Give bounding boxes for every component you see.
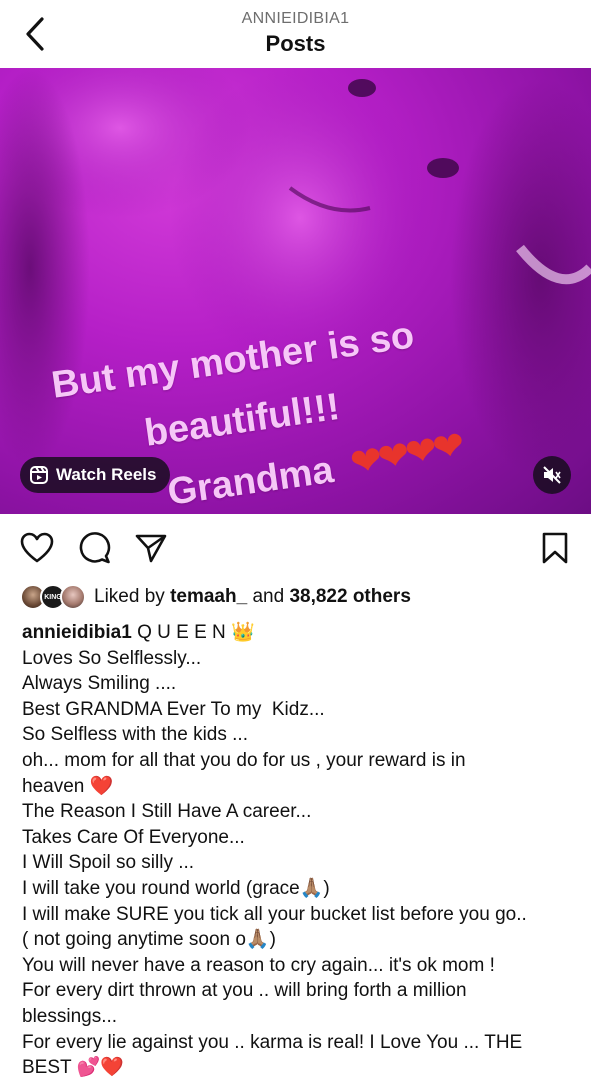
caption-line-text: BEST	[22, 1057, 77, 1079]
caption-heaven-word: heaven	[22, 775, 90, 797]
comment-icon	[79, 532, 111, 564]
praying-hands-icon: 🙏🏽	[245, 929, 270, 951]
likes-row[interactable]: KING Liked by temaah_ and 38,822 others	[20, 583, 411, 611]
caption-line: Best GRANDMA Ever To my Kidz...	[22, 698, 325, 720]
caption-line-text: ( not going anytime soon o	[22, 929, 246, 951]
caption-line: oh... mom for all that you do for us , y…	[22, 749, 466, 771]
caption-close-paren: )	[323, 877, 330, 899]
bookmark-icon	[542, 532, 568, 564]
story-line-3: Grandma	[165, 448, 337, 514]
caption-line: I Will Spoil so silly ...	[22, 852, 195, 874]
heart-outline-icon	[20, 532, 54, 563]
likes-count[interactable]: 38,822 others	[289, 586, 410, 607]
caption-line: heaven ❤️	[22, 774, 577, 800]
red-heart-icon: ❤️	[100, 1057, 124, 1079]
story-line-2: beautiful!!!	[142, 385, 343, 455]
caption-line: Always Smiling ....	[22, 673, 177, 695]
caption-line-text: I will take you round world (grace	[22, 877, 300, 899]
caption-line: annieidibia1 Q U E E N 👑	[22, 620, 577, 646]
caption-line: Loves So Selflessly...	[22, 647, 202, 669]
pink-hearts-icon: 💕	[76, 1057, 101, 1079]
caption-line: blessings...	[22, 1005, 118, 1027]
post-action-bar	[0, 514, 591, 580]
reels-icon	[30, 466, 48, 484]
save-button[interactable]	[538, 531, 572, 565]
caption-close-paren: )	[269, 929, 276, 951]
liker-username[interactable]: temaah_	[170, 586, 247, 607]
caption-line: So Selfless with the kids ...	[22, 724, 248, 746]
caption-line: ( not going anytime soon o🙏🏽)	[22, 927, 577, 953]
liked-by-and: and	[252, 586, 285, 607]
liker-avatars: KING	[20, 584, 88, 610]
speaker-muted-icon	[543, 466, 561, 484]
avatar	[60, 584, 86, 610]
post-caption: annieidibia1 Q U E E N 👑 Loves So Selfle…	[22, 620, 577, 1080]
crown-icon: 👑	[231, 622, 255, 643]
post-image[interactable]: But my mother is so beautiful!!! Grandma…	[0, 68, 591, 514]
story-text-overlay: But my mother is so beautiful!!! Grandma…	[0, 68, 591, 514]
caption-line: For every dirt thrown at you .. will bri…	[22, 980, 467, 1002]
caption-first-line: Q U E E N	[131, 622, 232, 643]
header-username[interactable]: ANNIEIDIBIA1	[0, 10, 591, 28]
story-hearts: ❤❤❤❤	[347, 424, 465, 486]
comment-button[interactable]	[78, 531, 112, 565]
send-icon	[135, 534, 167, 563]
praying-hands-icon: 🙏🏽	[299, 877, 324, 899]
mute-button[interactable]	[533, 456, 571, 494]
caption-line: For every lie against you .. karma is re…	[22, 1031, 523, 1053]
story-line-1: But my mother is so	[49, 314, 417, 407]
like-button[interactable]	[20, 531, 54, 565]
caption-username[interactable]: annieidibia1	[22, 622, 132, 643]
caption-line: I will make SURE you tick all your bucke…	[22, 903, 527, 925]
top-header: ANNIEIDIBIA1 Posts	[0, 0, 591, 68]
watch-reels-label: Watch Reels	[56, 465, 157, 484]
caption-line: Takes Care Of Everyone...	[22, 826, 245, 848]
watch-reels-button[interactable]: Watch Reels	[20, 457, 171, 493]
page-title: Posts	[265, 31, 326, 56]
caption-line: You will never have a reason to cry agai…	[22, 954, 495, 976]
caption-line: I will take you round world (grace🙏🏽)	[22, 876, 577, 902]
likes-summary[interactable]: Liked by temaah_ and 38,822 others	[94, 586, 411, 608]
caption-line: BEST 💕❤️	[22, 1055, 577, 1080]
caption-line: The Reason I Still Have A career...	[22, 801, 312, 823]
red-heart-icon: ❤️	[89, 775, 114, 797]
share-button[interactable]	[134, 531, 168, 565]
liked-by-prefix: Liked by	[94, 586, 165, 607]
